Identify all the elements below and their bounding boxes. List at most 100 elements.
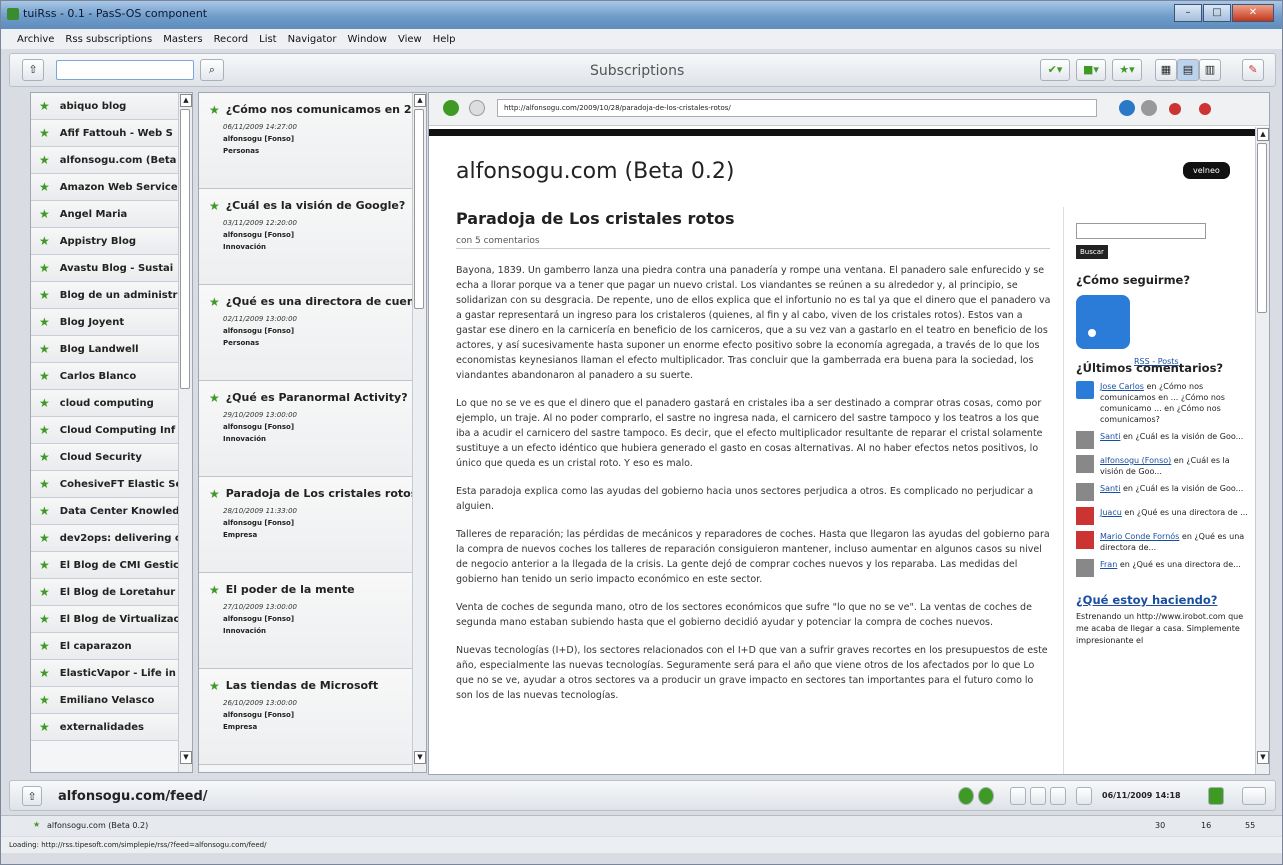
comment-text[interactable]: en ¿Cuál es la visión de Goo... — [1123, 432, 1243, 441]
tag-icon[interactable]: ■▾ — [1076, 59, 1106, 81]
comment-author[interactable]: Santi — [1100, 484, 1120, 493]
feed-item[interactable]: ★ El Blog de Virtualizaci — [31, 606, 192, 633]
reload-icon[interactable] — [1119, 100, 1135, 116]
pencil-icon[interactable] — [1030, 787, 1046, 805]
feed-item[interactable]: ★ Cloud Security — [31, 444, 192, 471]
zoom-icon[interactable] — [1169, 103, 1181, 115]
feed-item[interactable]: ★ Blog Joyent — [31, 309, 192, 336]
post-meta[interactable]: con 5 comentarios — [456, 236, 1050, 249]
feed-item[interactable]: ★ ElasticVapor - Life in — [31, 660, 192, 687]
menu-list[interactable]: List — [259, 34, 276, 45]
prev-icon[interactable] — [958, 787, 974, 805]
feed-item[interactable]: ★ cloud computing — [31, 390, 192, 417]
feed-item[interactable]: ★ El caparazon — [31, 633, 192, 660]
menu-record[interactable]: Record — [214, 34, 249, 45]
rss-icon[interactable] — [1076, 295, 1130, 349]
feed-url[interactable]: alfonsogu.com/feed/ — [58, 789, 208, 804]
feed-item[interactable]: ★ El Blog de Loretahur — [31, 579, 192, 606]
feed-item[interactable]: ★ Angel Maria — [31, 201, 192, 228]
feed-item[interactable]: ★ Appistry Blog — [31, 228, 192, 255]
home-icon[interactable]: ⇧ — [22, 59, 44, 81]
comment-author[interactable]: alfonsogu (Fonso) — [1100, 456, 1171, 465]
bookmark-icon[interactable] — [1199, 103, 1211, 115]
options-icon[interactable] — [1242, 787, 1266, 805]
maximize-button[interactable]: □ — [1203, 4, 1231, 22]
feed-item[interactable]: ★ El Blog de CMI Gestic — [31, 552, 192, 579]
site-title[interactable]: alfonsogu.com (Beta 0.2) — [456, 159, 734, 184]
feed-item[interactable]: ★ Avastu Blog - Sustai — [31, 255, 192, 282]
next-icon[interactable] — [978, 787, 994, 805]
article-item[interactable]: ★ El poder de la mente 27/10/2009 13:00:00… — [199, 573, 426, 669]
comment-author[interactable]: Mario Conde Fornós — [1100, 532, 1179, 541]
refresh-icon[interactable] — [1076, 787, 1092, 805]
folder-icon[interactable] — [1208, 787, 1224, 805]
minimize-button[interactable]: – — [1174, 4, 1202, 22]
doing-heading[interactable]: ¿Qué estoy haciendo? — [1076, 593, 1253, 607]
comment-text[interactable]: en ¿Qué es una directora de ... — [1124, 508, 1248, 517]
back-icon[interactable] — [443, 100, 459, 116]
feed-item[interactable]: ★ alfonsogu.com (Beta — [31, 147, 192, 174]
menu-window[interactable]: Window — [348, 34, 387, 45]
article-item[interactable]: ★ ¿Cuál es la visión de Google? 03/11/2009… — [199, 189, 426, 285]
minus-icon[interactable] — [1010, 787, 1026, 805]
feed-item[interactable]: ★ Afif Fattouh - Web S — [31, 120, 192, 147]
feed-item[interactable]: ★ externalidades — [31, 714, 192, 741]
scroll-up-icon[interactable]: ▲ — [1257, 128, 1269, 141]
rss-link[interactable]: RSS - Posts — [1134, 357, 1179, 366]
menu-rss-subscriptions[interactable]: Rss subscriptions — [65, 34, 152, 45]
article-item[interactable]: ★ ¿Qué es una directora de cuenta 02/11/20… — [199, 285, 426, 381]
edit-icon[interactable]: ✎ — [1242, 59, 1264, 81]
comment-text[interactable]: en ¿Cuál es la visión de Goo... — [1123, 484, 1243, 493]
menu-archive[interactable]: Archive — [17, 34, 54, 45]
velneo-badge[interactable]: velneo — [1183, 162, 1230, 179]
scroll-down-icon[interactable]: ▼ — [1257, 751, 1269, 764]
comment-author[interactable]: Jose Carlos — [1100, 382, 1144, 391]
post-title[interactable]: Paradoja de Los cristales rotos — [456, 209, 735, 228]
menu-help[interactable]: Help — [433, 34, 456, 45]
feed-item[interactable]: ★ Blog Landwell — [31, 336, 192, 363]
feed-item[interactable]: ★ Carlos Blanco — [31, 363, 192, 390]
feed-item[interactable]: ★ CohesiveFT Elastic Se — [31, 471, 192, 498]
view-list-icon[interactable]: ▤ — [1177, 59, 1199, 81]
article-item[interactable]: ★ Paradoja de Los cristales rotos 28/10/20… — [199, 477, 426, 573]
feed-item[interactable]: ★ Data Center Knowled — [31, 498, 192, 525]
scroll-thumb[interactable] — [414, 109, 424, 309]
comment-author[interactable]: Fran — [1100, 560, 1117, 569]
search-icon[interactable]: ⌕ — [200, 59, 224, 81]
stop-icon[interactable] — [1141, 100, 1157, 116]
close-button[interactable]: ✕ — [1232, 4, 1274, 22]
scroll-down-icon[interactable]: ▼ — [180, 751, 192, 764]
url-field[interactable]: http://alfonsogu.com/2009/10/28/paradoja… — [497, 99, 1097, 117]
feed-item[interactable]: ★ Emiliano Velasco — [31, 687, 192, 714]
article-item[interactable]: ★ ¿Qué es Paranormal Activity? 29/10/2009 … — [199, 381, 426, 477]
feed-item[interactable]: ★ Cloud Computing Inf — [31, 417, 192, 444]
articles-scrollbar[interactable]: ▲ ▼ — [412, 93, 426, 772]
feed-item[interactable]: ★ Blog de un administr — [31, 282, 192, 309]
article-item[interactable]: ★ ¿Cómo nos comunicamos en 20 06/11/2009 1… — [199, 93, 426, 189]
blog-search-input[interactable] — [1076, 223, 1206, 239]
scroll-up-icon[interactable]: ▲ — [180, 94, 192, 107]
forward-icon[interactable] — [469, 100, 485, 116]
feed-item[interactable]: ★ dev2ops: delivering c — [31, 525, 192, 552]
feed-item[interactable]: ★ Amazon Web Service — [31, 174, 192, 201]
menu-masters[interactable]: Masters — [163, 34, 202, 45]
home-icon[interactable]: ⇧ — [22, 786, 42, 806]
search-input[interactable] — [56, 60, 194, 80]
mark-read-icon[interactable]: ✔▾ — [1040, 59, 1070, 81]
article-item[interactable]: ★ Las tiendas de Microsoft 26/10/2009 13:0… — [199, 669, 426, 765]
feeds-scrollbar[interactable]: ▲ ▼ — [178, 93, 192, 772]
blog-search-button[interactable]: Buscar — [1076, 245, 1108, 259]
scroll-up-icon[interactable]: ▲ — [414, 94, 426, 107]
comment-author[interactable]: Santi — [1100, 432, 1120, 441]
menu-navigator[interactable]: Navigator — [288, 34, 337, 45]
star-icon[interactable]: ★▾ — [1112, 59, 1142, 81]
view-detail-icon[interactable]: ▥ — [1199, 59, 1221, 81]
menu-view[interactable]: View — [398, 34, 422, 45]
comment-text[interactable]: en ¿Qué es una directora de... — [1120, 560, 1241, 569]
scroll-thumb[interactable] — [1257, 143, 1267, 313]
diamond-icon[interactable] — [1050, 787, 1066, 805]
feed-item[interactable]: ★ abiquo blog — [31, 93, 192, 120]
scroll-thumb[interactable] — [180, 109, 190, 389]
browser-scrollbar[interactable]: ▲ ▼ — [1255, 127, 1269, 774]
scroll-down-icon[interactable]: ▼ — [414, 751, 426, 764]
